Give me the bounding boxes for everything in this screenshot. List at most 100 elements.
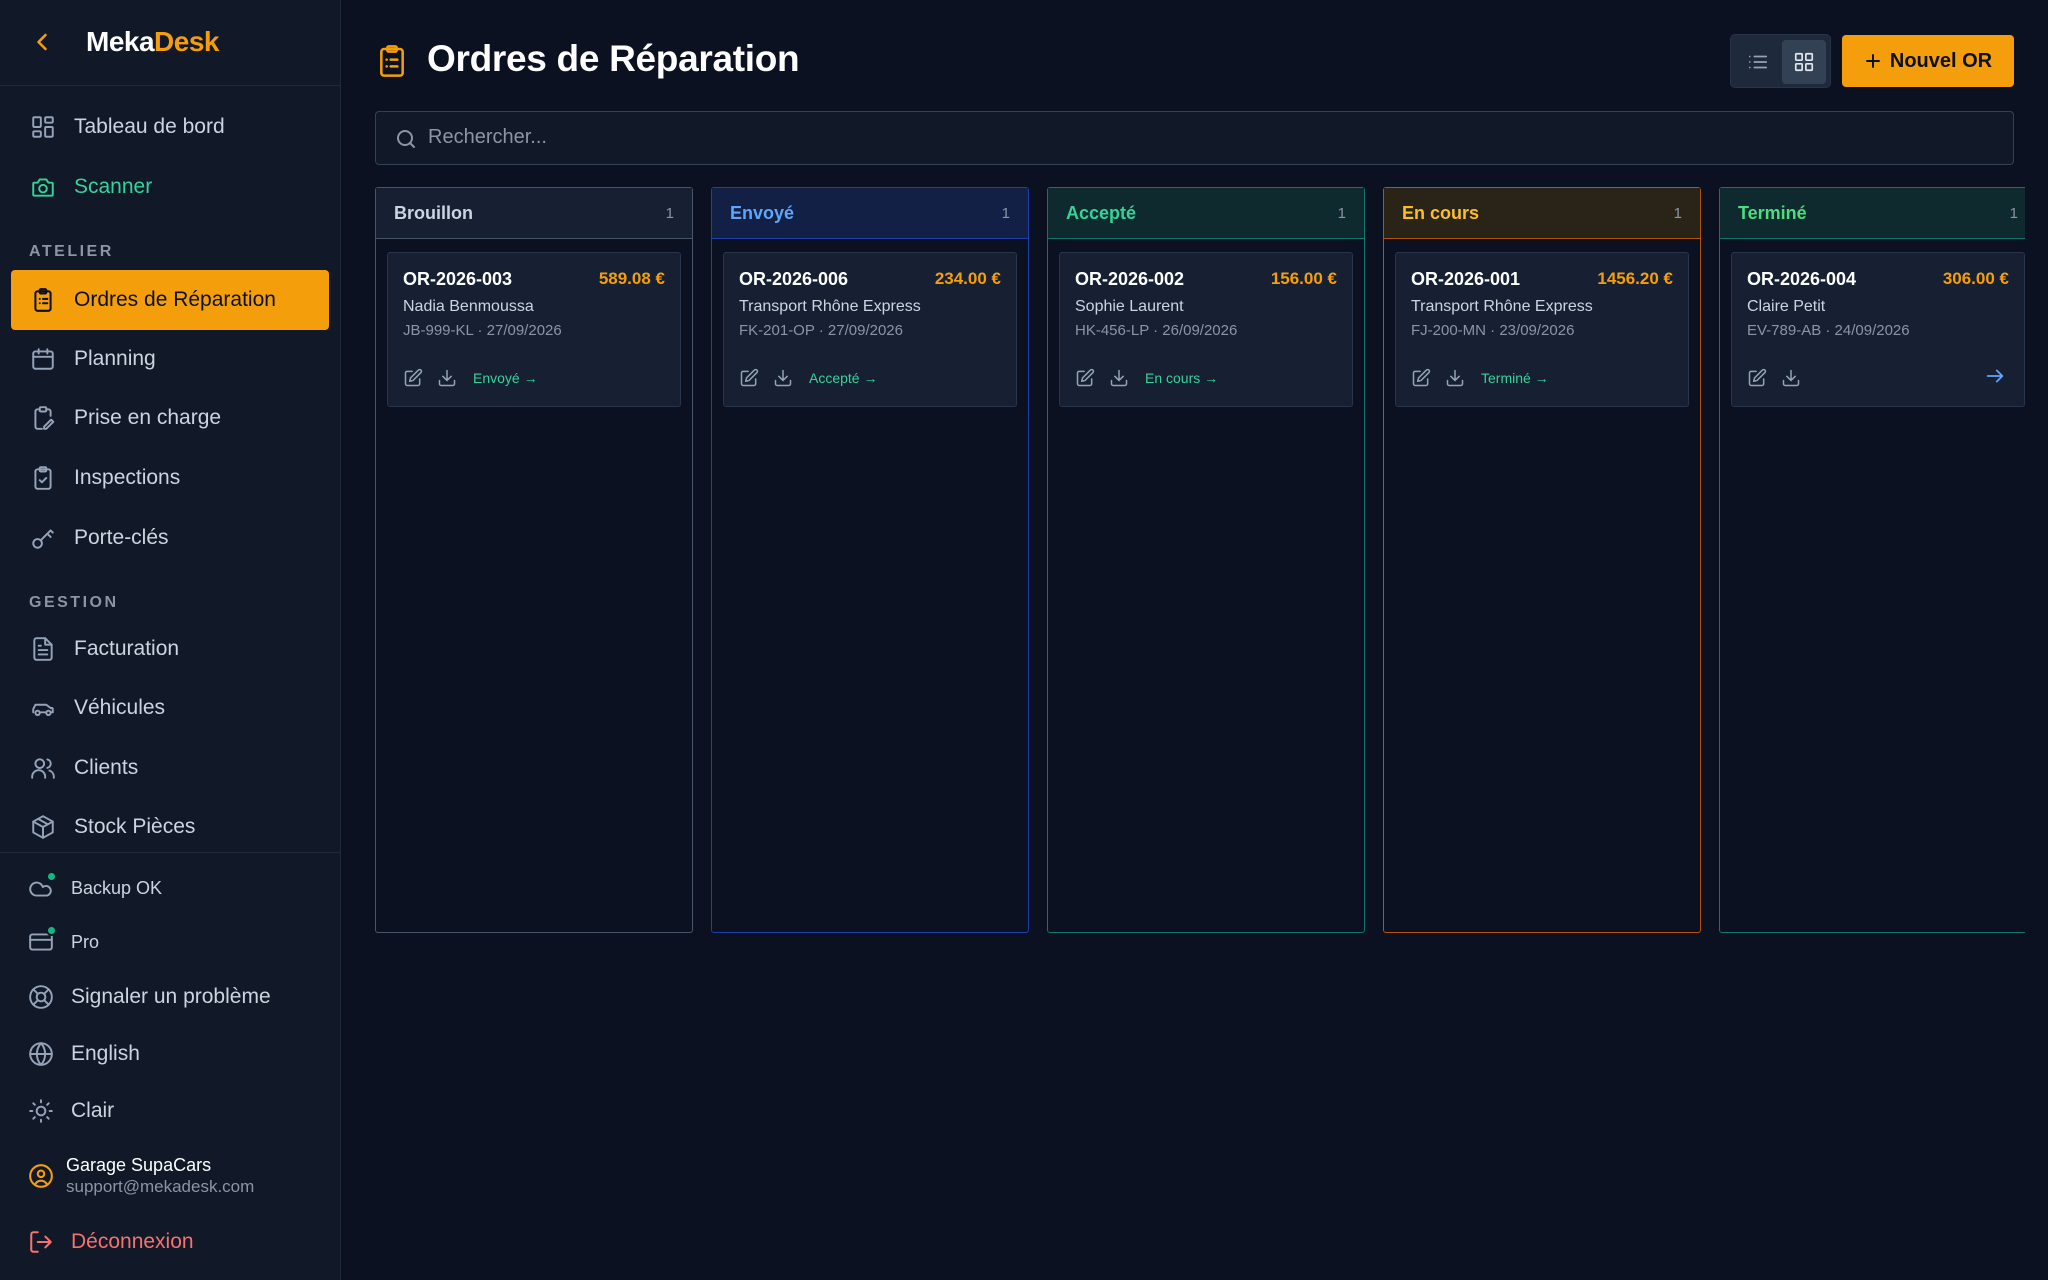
repair-order-card[interactable]: OR-2026-003 589.08 € Nadia Benmoussa JB-… <box>387 252 681 407</box>
sidebar-item-repair-orders[interactable]: Ordres de Réparation <box>11 270 329 330</box>
search-input[interactable] <box>428 112 1988 163</box>
divider <box>0 852 340 853</box>
kanban-column-accepte: Accepté 1 OR-2026-002 156.00 € Sophie La… <box>1047 187 1365 933</box>
sidebar-item-inspections[interactable]: Inspections <box>11 448 329 508</box>
download-icon[interactable] <box>1445 368 1465 388</box>
column-title: En cours <box>1402 202 1480 223</box>
card-actions: Envoyé → <box>403 368 538 388</box>
download-icon[interactable] <box>437 368 457 388</box>
new-repair-order-button[interactable]: Nouvel OR <box>1842 35 2014 87</box>
column-header: Accepté 1 <box>1048 188 1364 239</box>
column-count: 1 <box>1001 204 1010 222</box>
clipboard-list-icon <box>376 43 408 79</box>
theme-toggle[interactable]: Clair <box>28 1093 114 1129</box>
edit-icon[interactable] <box>739 368 759 388</box>
repair-order-card[interactable]: OR-2026-006 234.00 € Transport Rhône Exp… <box>723 252 1017 407</box>
column-header: Brouillon 1 <box>376 188 692 239</box>
order-id: OR-2026-001 <box>1411 269 1521 289</box>
report-problem-button[interactable]: Signaler un problème <box>28 979 271 1015</box>
account-info[interactable]: Garage SupaCars support@mekadesk.com <box>28 1154 254 1198</box>
sidebar-item-label: Stock Pièces <box>74 815 196 838</box>
sidebar-item-label: Clients <box>74 756 139 779</box>
order-id: OR-2026-003 <box>403 269 513 289</box>
sidebar-item-billing[interactable]: Facturation <box>11 619 329 679</box>
clipboard-pen-icon <box>30 405 56 431</box>
advance-status-button[interactable]: Accepté → <box>809 370 877 386</box>
section-label-gestion: GESTION <box>29 594 119 611</box>
sidebar-item-stock[interactable]: Stock Pièces <box>11 797 329 857</box>
clipboard-check-icon <box>30 465 56 491</box>
card-actions: Accepté → <box>739 368 877 388</box>
order-meta: FK-201-OP · 27/09/2026 <box>739 322 903 339</box>
report-problem-label: Signaler un problème <box>71 985 271 1008</box>
search-icon <box>394 127 418 151</box>
column-count: 1 <box>2009 204 2018 222</box>
plan-badge[interactable]: Pro <box>28 924 99 960</box>
logout-label: Déconnexion <box>71 1230 194 1253</box>
order-id: OR-2026-006 <box>739 269 849 289</box>
card-actions <box>1747 368 1815 388</box>
card-actions: Terminé → <box>1411 368 1549 388</box>
kanban-column-termine: Terminé 1 OR-2026-004 306.00 € Claire Pe… <box>1719 187 2025 933</box>
order-meta: EV-789-AB · 24/09/2026 <box>1747 322 1910 339</box>
sidebar-item-planning[interactable]: Planning <box>11 329 329 389</box>
plan-label: Pro <box>71 931 100 952</box>
order-amount: 306.00 € <box>1942 269 2009 288</box>
edit-icon[interactable] <box>403 368 423 388</box>
edit-icon[interactable] <box>1747 368 1767 388</box>
sidebar-item-label: Inspections <box>74 466 181 489</box>
key-icon <box>30 525 56 551</box>
sidebar-item-keys[interactable]: Porte-clés <box>11 508 329 568</box>
language-button[interactable]: English <box>28 1036 140 1072</box>
list-view-button[interactable] <box>1736 40 1780 84</box>
view-toggle <box>1730 34 1831 88</box>
sidebar-item-label: Tableau de bord <box>74 115 225 138</box>
download-icon[interactable] <box>1781 368 1801 388</box>
sidebar-item-scanner[interactable]: Scanner <box>11 157 329 217</box>
chevron-left-icon[interactable] <box>28 28 56 56</box>
order-amount: 589.08 € <box>598 269 665 288</box>
order-client: Sophie Laurent <box>1075 298 1184 315</box>
package-icon <box>30 814 56 840</box>
credit-card-icon <box>28 925 57 955</box>
column-count: 1 <box>1337 204 1346 222</box>
new-button-label: Nouvel OR <box>1889 49 1993 72</box>
backup-status[interactable]: Backup OK <box>28 870 162 906</box>
card-actions: En cours → <box>1075 368 1218 388</box>
account-email: support@mekadesk.com <box>66 1177 255 1196</box>
brand-logo: MekaDesk <box>86 26 219 57</box>
download-icon[interactable] <box>1109 368 1129 388</box>
search-bar <box>375 111 2014 165</box>
order-id: OR-2026-004 <box>1747 269 1857 289</box>
sidebar-item-label: Prise en charge <box>74 406 222 429</box>
order-amount: 1456.20 € <box>1597 269 1673 288</box>
logout-button[interactable]: Déconnexion <box>28 1224 194 1260</box>
clipboard-list-icon <box>30 287 56 313</box>
kanban-column-en-cours: En cours 1 OR-2026-001 1456.20 € Transpo… <box>1383 187 1701 933</box>
sidebar-item-label: Planning <box>74 347 156 370</box>
order-client: Transport Rhône Express <box>739 298 921 315</box>
list-icon <box>1747 51 1769 73</box>
sidebar-item-clients[interactable]: Clients <box>11 738 329 798</box>
sidebar-item-vehicles[interactable]: Véhicules <box>11 678 329 738</box>
sidebar-item-label: Facturation <box>74 637 180 660</box>
advance-status-button[interactable]: En cours → <box>1145 370 1218 386</box>
sidebar-item-dashboard[interactable]: Tableau de bord <box>11 97 329 157</box>
repair-order-card[interactable]: OR-2026-001 1456.20 € Transport Rhône Ex… <box>1395 252 1689 407</box>
order-amount: 234.00 € <box>934 269 1001 288</box>
kanban-board: Brouillon 1 OR-2026-003 589.08 € Nadia B… <box>375 187 2025 935</box>
kanban-view-button[interactable] <box>1782 40 1826 84</box>
repair-order-card[interactable]: OR-2026-004 306.00 € Claire Petit EV-789… <box>1731 252 2025 407</box>
order-client: Nadia Benmoussa <box>403 298 534 315</box>
sidebar-item-label: Véhicules <box>74 696 166 719</box>
camera-icon <box>30 174 56 200</box>
advance-status-button[interactable]: Terminé → <box>1481 370 1549 386</box>
repair-order-card[interactable]: OR-2026-002 156.00 € Sophie Laurent HK-4… <box>1059 252 1353 407</box>
sidebar-item-intake[interactable]: Prise en charge <box>11 388 329 448</box>
advance-status-button[interactable]: Envoyé → <box>473 370 538 386</box>
edit-icon[interactable] <box>1075 368 1095 388</box>
arrow-right-icon[interactable] <box>1984 365 2006 387</box>
download-icon[interactable] <box>773 368 793 388</box>
edit-icon[interactable] <box>1411 368 1431 388</box>
cloud-icon <box>28 871 57 901</box>
